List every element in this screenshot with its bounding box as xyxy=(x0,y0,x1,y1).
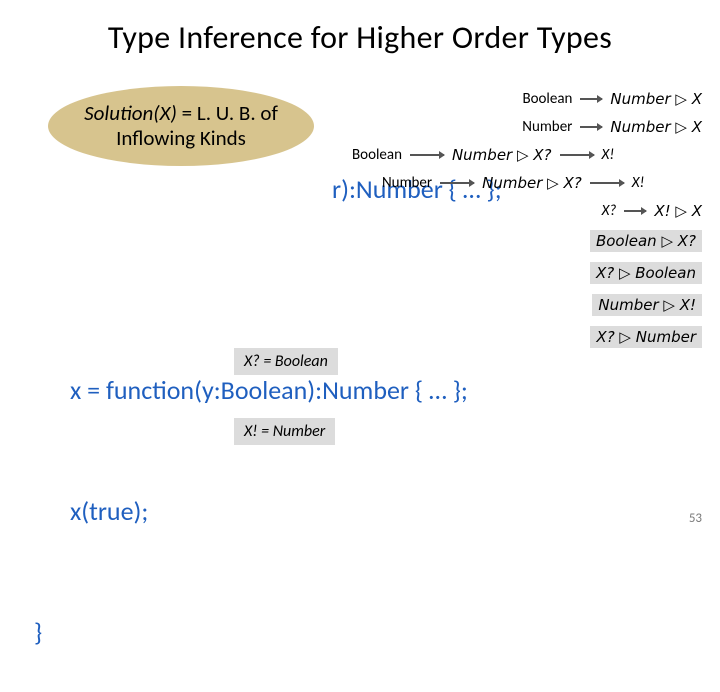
arrow-icon xyxy=(580,126,602,128)
arrow-icon xyxy=(590,182,624,184)
constraint-row: Number Number ▷ X xyxy=(472,118,702,136)
bubble-line-2: Inflowing Kinds xyxy=(116,126,246,151)
slide-title: Type Inference for Higher Order Types xyxy=(0,0,720,57)
arrow-icon xyxy=(410,154,444,156)
constraint-row: Boolean ▷ X? xyxy=(590,230,702,252)
constraint-row: Number Number ▷ X? X! xyxy=(382,174,702,192)
constraint-row: X? X! ▷ X xyxy=(472,202,702,220)
bubble-line-1: Solution(X) = L. U. B. of xyxy=(84,101,278,126)
code-line-4: x(true); xyxy=(52,491,502,531)
constraint-list: Boolean Number ▷ X Number Number ▷ X Boo… xyxy=(472,90,702,358)
code-line-5: } xyxy=(34,612,502,652)
constraint-row: X? ▷ Boolean xyxy=(590,262,702,284)
arrow-icon xyxy=(580,98,602,100)
constraint-row: Boolean Number ▷ X? X! xyxy=(352,146,702,164)
solution-bubble: Solution(X) = L. U. B. of Inflowing Kind… xyxy=(48,86,314,166)
arrow-icon xyxy=(624,210,646,212)
constraint-row: Number ▷ X! xyxy=(592,294,702,316)
arrow-icon xyxy=(440,182,474,184)
arrow-icon xyxy=(560,154,594,156)
solution-xbang: X! = Number xyxy=(234,418,335,445)
constraint-row: X? ▷ Number xyxy=(590,326,702,348)
page-number: 53 xyxy=(689,511,702,526)
code-line-3: x = function(y:Boolean):Number { … }; xyxy=(52,370,502,410)
solution-xq: X? = Boolean xyxy=(234,348,338,375)
constraint-row: Boolean Number ▷ X xyxy=(472,90,702,108)
